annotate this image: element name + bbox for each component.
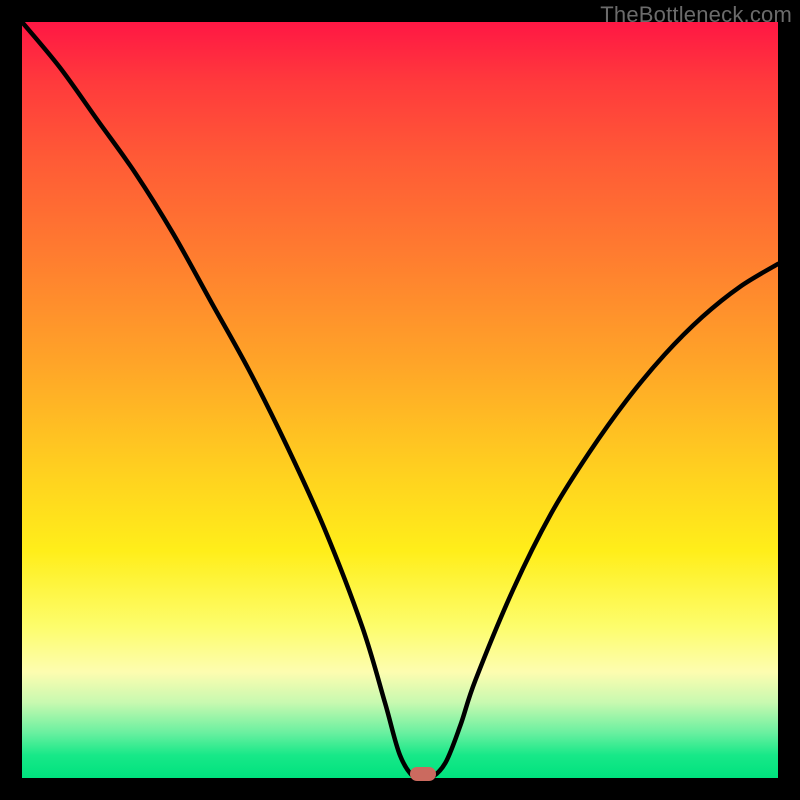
watermark-text: TheBottleneck.com bbox=[600, 2, 792, 28]
minimum-marker bbox=[410, 767, 436, 781]
chart-frame: TheBottleneck.com bbox=[0, 0, 800, 800]
plot-area bbox=[22, 22, 778, 778]
bottleneck-curve bbox=[22, 22, 778, 778]
